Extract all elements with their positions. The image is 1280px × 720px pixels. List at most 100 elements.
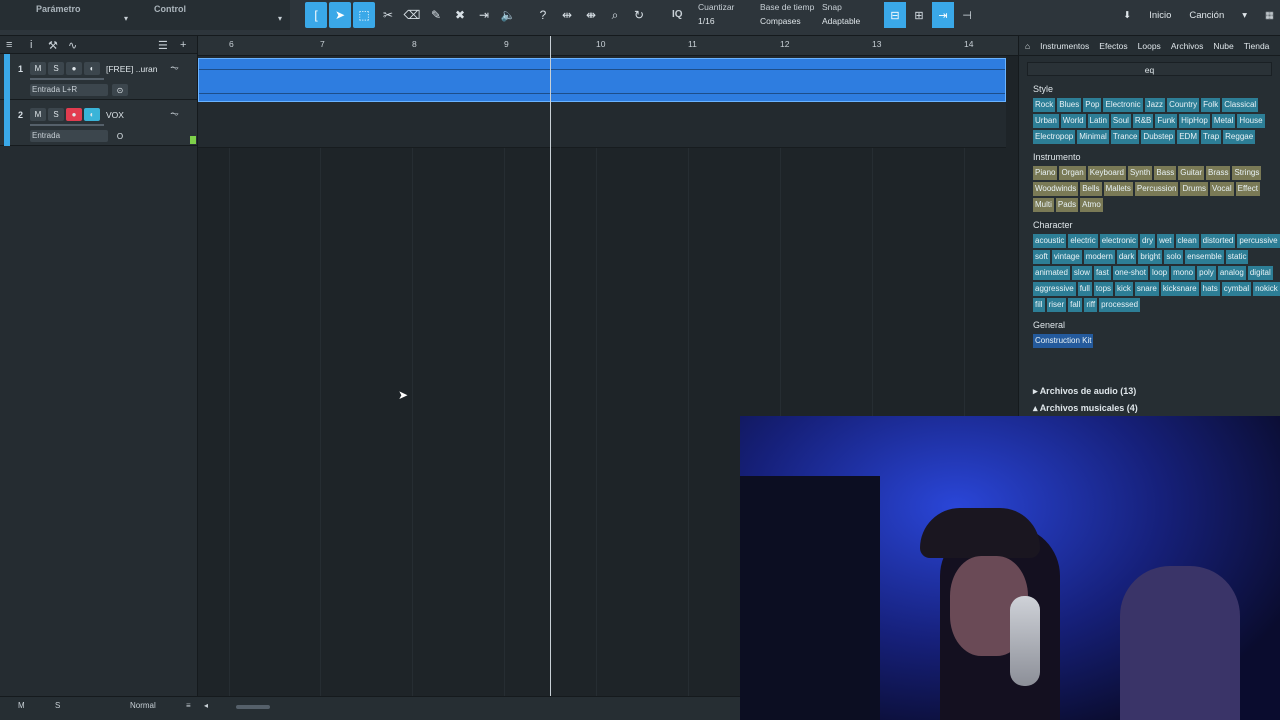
tag-chip[interactable]: loop [1149,266,1170,280]
chevron-down-icon[interactable]: ▾ [1242,10,1247,21]
tab-loops[interactable]: Loops [1138,41,1161,51]
snap-events-icon[interactable]: ⊞ [908,2,930,28]
folder-musical[interactable]: ▴ Archivos musicales (4) [1033,403,1138,414]
tag-chip[interactable]: Electronic [1103,98,1143,112]
monitor-button[interactable]: ◐ [84,108,100,121]
tag-chip[interactable]: Trap [1201,130,1222,144]
tag-chip[interactable]: Guitar [1178,166,1205,180]
eraser-tool-icon[interactable]: ⌫ [401,2,423,28]
snap-grid-icon[interactable]: ⊟ [884,2,906,28]
tag-chip[interactable]: modern [1083,250,1115,264]
tag-chip[interactable]: Electropop [1033,130,1076,144]
track-input-select[interactable]: Entrada [30,130,108,142]
download-icon[interactable]: ⬇ [1123,10,1131,21]
mute-button[interactable]: M [30,62,46,75]
tag-chip[interactable]: electric [1068,234,1098,248]
tag-chip[interactable]: Urban [1033,114,1059,128]
timeline-ruler[interactable]: 6 7 8 9 10 11 12 13 14 [198,36,1018,56]
tag-chip[interactable]: Organ [1059,166,1086,180]
folder-audio[interactable]: ▸ Archivos de audio (13) [1033,386,1136,397]
volume-fader[interactable] [30,124,104,126]
split-cursor-icon[interactable]: ⊣ [956,2,978,28]
power-icon[interactable]: O [112,130,128,142]
tag-chip[interactable]: Effect [1235,182,1260,196]
pencil-tool-icon[interactable]: ✎ [425,2,447,28]
tag-chip[interactable]: Bass [1154,166,1177,180]
tag-chip[interactable]: animated [1033,266,1070,280]
tag-chip[interactable]: House [1237,114,1265,128]
tag-chip[interactable]: Construction Kit [1033,334,1094,348]
bottom-m-button[interactable]: M [18,701,25,710]
tag-chip[interactable]: bright [1138,250,1163,264]
menu-icon[interactable]: ≡ [6,39,12,51]
tag-chip[interactable]: processed [1099,298,1141,312]
tag-chip[interactable]: wet [1157,234,1174,248]
tag-chip[interactable]: Keyboard [1087,166,1126,180]
tag-chip[interactable]: snare [1134,282,1159,296]
tag-chip[interactable]: Percussion [1134,182,1179,196]
track-name[interactable]: [FREE] ..uran [106,64,158,74]
tag-chip[interactable]: clean [1175,234,1199,248]
volume-fader[interactable] [30,78,104,80]
tag-chip[interactable]: dry [1139,234,1156,248]
snap-select[interactable]: Adaptable [822,16,860,26]
mode-select[interactable]: Normal [130,701,156,710]
tag-chip[interactable]: Funk [1155,114,1178,128]
tag-chip[interactable]: tops [1093,282,1114,296]
tag-chip[interactable]: Country [1167,98,1200,112]
audio-bend-icon[interactable]: ⇹ [556,2,578,28]
track-input-select[interactable]: Entrada L+R [30,84,108,96]
track-lane-2[interactable] [198,102,1006,148]
tag-chip[interactable]: analog [1217,266,1246,280]
list-icon[interactable]: ≡ [186,701,191,710]
cuantizar-select[interactable]: 1/16 [698,16,715,26]
tag-chip[interactable]: fall [1068,298,1083,312]
solo-button[interactable]: S [48,62,64,75]
tag-chip[interactable]: nokick [1253,282,1280,296]
tab-tienda[interactable]: Tienda [1244,41,1270,51]
tag-chip[interactable]: Minimal [1077,130,1109,144]
tag-chip[interactable]: dark [1116,250,1137,264]
tag-chip[interactable]: Folk [1201,98,1221,112]
select-bracket-icon[interactable]: [ [305,2,327,28]
tag-chip[interactable]: Bells [1080,182,1102,196]
tag-chip[interactable]: percussive [1237,234,1280,248]
record-button[interactable]: ● [66,62,82,75]
tag-chip[interactable]: vintage [1051,250,1082,264]
track-1[interactable]: 1 M S ● ◐ [FREE] ..uran ⏦ Entrada L+R ⊙ [0,54,197,100]
tag-chip[interactable]: Classical [1222,98,1259,112]
tag-chip[interactable]: R&B [1132,114,1154,128]
tag-chip[interactable]: kicksnare [1160,282,1199,296]
horizontal-scrollbar[interactable] [236,705,270,709]
tag-chip[interactable]: Latin [1087,114,1109,128]
browser-search-input[interactable]: eq [1027,62,1272,76]
tag-chip[interactable]: Pads [1055,198,1079,212]
tag-chip[interactable]: one-shot [1112,266,1148,280]
tag-chip[interactable]: Dubstep [1141,130,1176,144]
wrench-icon[interactable]: ⚒ [48,39,58,52]
tag-chip[interactable]: kick [1115,282,1133,296]
tag-chip[interactable]: digital [1247,266,1273,280]
record-button[interactable]: ● [66,108,82,121]
control-dropdown-icon[interactable]: ▾ [278,14,282,23]
audio-clip[interactable] [198,58,1006,102]
tab-instrumentos[interactable]: Instrumentos [1040,41,1089,51]
info-icon[interactable]: i [30,39,32,51]
tag-chip[interactable]: hats [1200,282,1220,296]
tag-chip[interactable]: Atmo [1080,198,1103,212]
tag-chip[interactable]: mono [1171,266,1196,280]
tag-chip[interactable]: acoustic [1033,234,1067,248]
tag-chip[interactable]: HipHop [1179,114,1210,128]
tag-chip[interactable]: Jazz [1144,98,1166,112]
tag-chip[interactable]: fast [1093,266,1111,280]
song-icon[interactable]: ▦ [1265,10,1274,21]
range-tool-icon[interactable]: ⬚ [353,2,375,28]
tab-archivos[interactable]: Archivos [1171,41,1204,51]
mute-button[interactable]: M [30,108,46,121]
tag-chip[interactable]: Piano [1033,166,1058,180]
loop-icon[interactable]: ↻ [628,2,650,28]
list-icon[interactable]: ☰ [158,39,168,52]
tag-chip[interactable]: Soul [1110,114,1131,128]
transient-icon[interactable]: ⇼ [580,2,602,28]
tag-chip[interactable]: Rock [1033,98,1056,112]
